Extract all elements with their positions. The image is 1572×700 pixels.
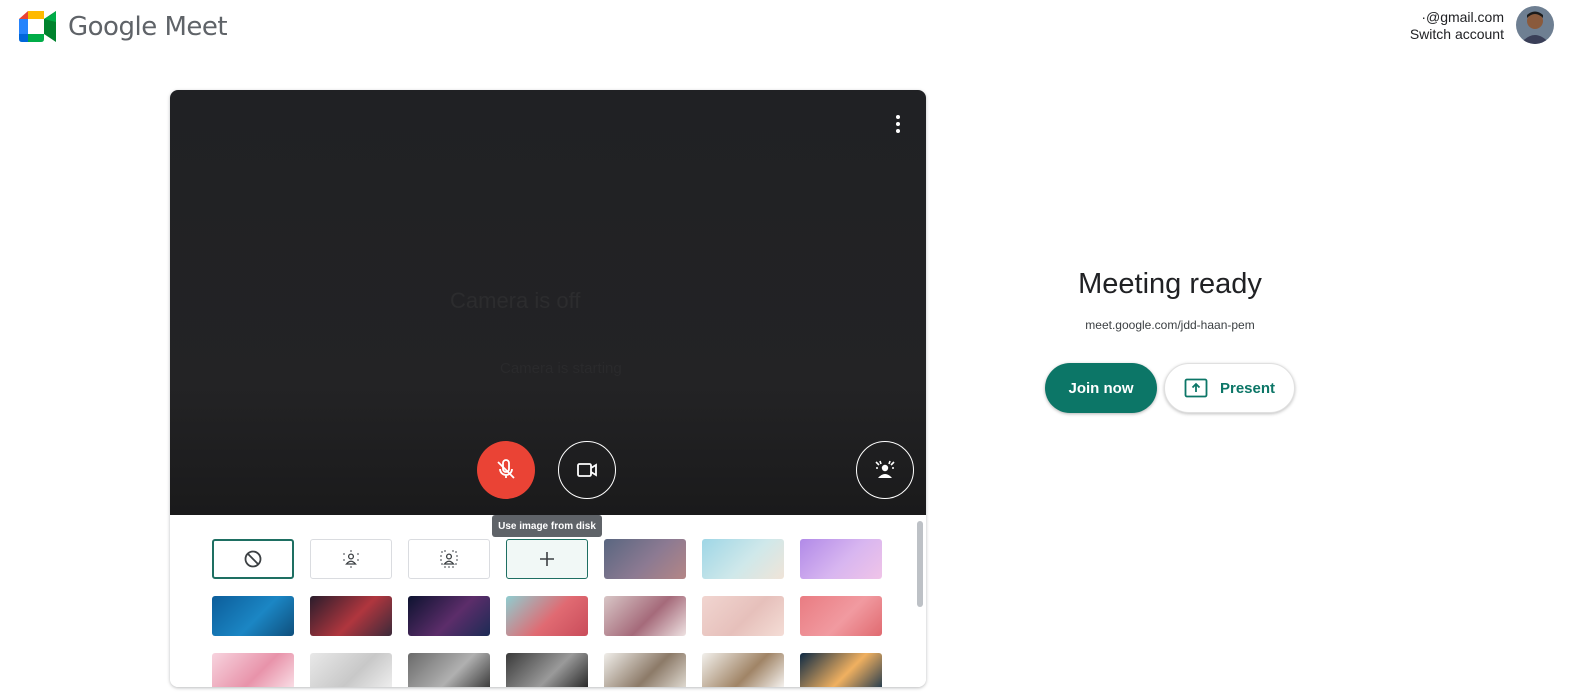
background-tile-night-house[interactable] <box>800 653 882 687</box>
background-tile-bookcase[interactable] <box>702 653 784 687</box>
background-tile-sunset[interactable] <box>604 539 686 579</box>
blur-tile[interactable] <box>408 539 490 579</box>
avatar[interactable] <box>1516 6 1554 44</box>
background-tile-flowers-sky[interactable] <box>506 596 588 636</box>
scrollbar[interactable] <box>917 521 923 607</box>
background-tile-petals[interactable] <box>212 653 294 687</box>
videocam-icon <box>577 463 597 477</box>
meeting-ready-title: Meeting ready <box>1078 268 1262 300</box>
blur-slight-icon <box>343 550 359 568</box>
slight-blur-tile[interactable] <box>310 539 392 579</box>
meeting-link: meet.google.com/jdd-haan-pem <box>1085 318 1255 332</box>
video-preview: Camera is off Camera is starting <box>170 90 926 515</box>
background-tile-beach[interactable] <box>702 539 784 579</box>
camera-status-subtext: Camera is starting <box>500 360 622 377</box>
join-now-button[interactable]: Join now <box>1045 363 1157 413</box>
camera-toggle-button[interactable] <box>558 441 616 499</box>
plus-icon <box>540 552 554 566</box>
no-effect-tile[interactable] <box>212 539 294 579</box>
account-email: ·@gmail.com <box>1421 8 1504 25</box>
more-options-button[interactable] <box>886 110 910 138</box>
microphone-toggle-button[interactable] <box>477 441 535 499</box>
google-meet-logo-icon <box>19 11 56 42</box>
background-tile-loft[interactable] <box>408 653 490 687</box>
tooltip: Use image from disk <box>492 515 602 537</box>
account-menu[interactable]: ·@gmail.com Switch account <box>1410 6 1554 44</box>
visual-effects-button[interactable] <box>856 441 914 499</box>
background-tile-fireworks[interactable] <box>408 596 490 636</box>
background-tile-shelves[interactable] <box>604 653 686 687</box>
mic-off-icon <box>497 459 515 479</box>
background-tile-pink-confetti[interactable] <box>702 596 784 636</box>
background-tile-dark-room[interactable] <box>506 653 588 687</box>
background-tile-blossoms[interactable] <box>604 596 686 636</box>
blur-icon <box>440 550 458 568</box>
background-grid <box>212 539 882 687</box>
camera-status-text: Camera is off <box>450 288 581 313</box>
video-preview-card: Camera is off Camera is starting Use ima… <box>170 90 926 687</box>
present-button[interactable]: Present <box>1164 363 1295 413</box>
upload-image-tile[interactable] <box>506 539 588 579</box>
background-tile-clouds[interactable] <box>800 539 882 579</box>
more-vert-icon <box>896 115 900 119</box>
visual-effects-icon <box>875 460 895 478</box>
google-meet-logo[interactable]: Google Meet <box>18 10 228 43</box>
background-tile-nebula[interactable] <box>310 596 392 636</box>
background-tile-pink-pattern[interactable] <box>800 596 882 636</box>
switch-account-link[interactable]: Switch account <box>1410 26 1504 43</box>
background-tile-white-room[interactable] <box>310 653 392 687</box>
present-to-all-icon <box>1184 378 1208 398</box>
app-name: Google Meet <box>68 11 228 42</box>
background-effects-panel <box>170 515 926 687</box>
present-label: Present <box>1219 379 1276 397</box>
block-icon <box>244 550 262 568</box>
background-tile-water[interactable] <box>212 596 294 636</box>
